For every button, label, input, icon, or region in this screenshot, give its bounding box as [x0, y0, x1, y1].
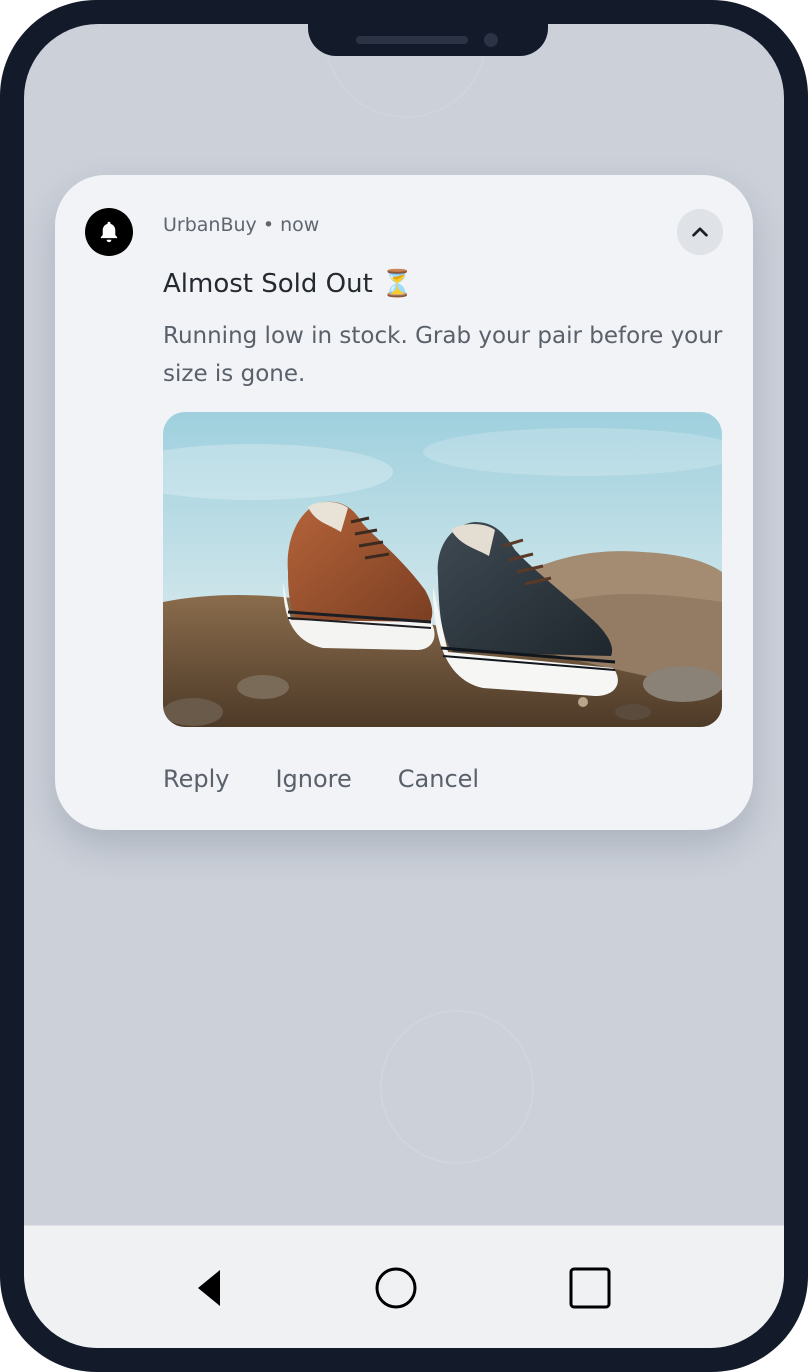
notification-title: Almost Sold Out ⏳: [163, 269, 414, 299]
bell-icon: [85, 208, 133, 256]
product-image[interactable]: [163, 412, 722, 727]
speaker: [356, 36, 468, 44]
background-decoration: [380, 1010, 534, 1164]
collapse-button[interactable]: [677, 209, 723, 255]
front-camera: [484, 33, 498, 47]
recents-button[interactable]: [568, 1266, 612, 1310]
app-name: UrbanBuy: [163, 214, 257, 236]
notification-body: Running low in stock. Grab your pair bef…: [163, 323, 723, 387]
back-button[interactable]: [188, 1266, 232, 1310]
notification-actions: Reply Ignore Cancel: [163, 765, 479, 793]
ignore-button[interactable]: Ignore: [275, 765, 351, 793]
notch: [308, 24, 548, 56]
notification-card[interactable]: UrbanBuy • now Almost Sold Out ⏳ Running…: [55, 175, 753, 830]
recents-square-icon: [569, 1267, 611, 1309]
back-triangle-icon: [198, 1270, 220, 1306]
chevron-up-icon: [692, 227, 708, 237]
home-button[interactable]: [374, 1266, 418, 1310]
navigation-bar: [24, 1225, 784, 1348]
notification-meta: UrbanBuy • now: [163, 214, 319, 236]
notification-time: now: [280, 214, 320, 236]
cancel-button[interactable]: Cancel: [398, 765, 479, 793]
reply-button[interactable]: Reply: [163, 765, 229, 793]
meta-separator: •: [262, 214, 275, 236]
lock-screen: UrbanBuy • now Almost Sold Out ⏳ Running…: [24, 24, 784, 1348]
home-circle-icon: [375, 1267, 417, 1309]
phone-frame: UrbanBuy • now Almost Sold Out ⏳ Running…: [0, 0, 808, 1372]
